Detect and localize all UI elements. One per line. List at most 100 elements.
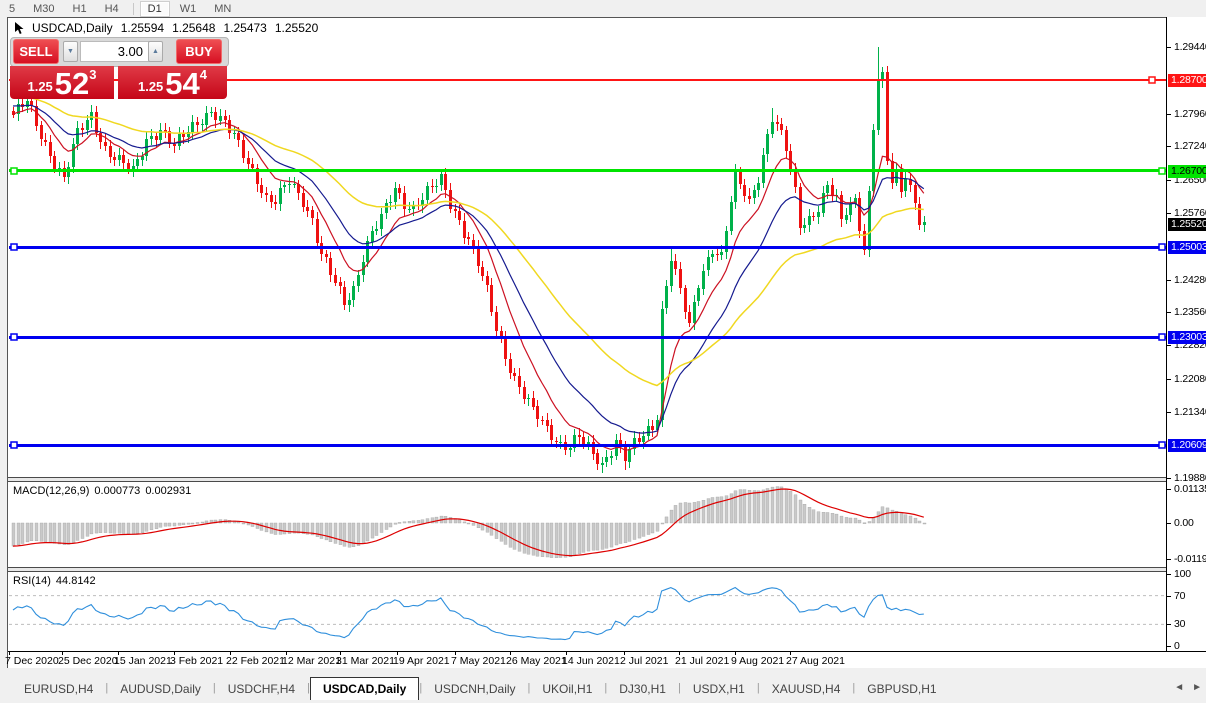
date-axis-label: 15 Jan 2021 [114, 655, 172, 667]
macd-histogram-bar [788, 491, 793, 524]
candle-body [178, 134, 181, 146]
price-axis-label: 1.22080 [1174, 373, 1206, 385]
macd-histogram-bar [908, 515, 913, 524]
candle-body [224, 116, 227, 120]
macd-histogram-bar [765, 488, 770, 524]
price-axis-label: 1.29440 [1174, 41, 1206, 53]
macd-histogram-bar [186, 522, 191, 525]
rsi-axis-label: 100 [1174, 568, 1191, 580]
macd-histogram-bar [485, 522, 490, 533]
chart-tab-usdchf-h4[interactable]: USDCHF,H4 [216, 678, 307, 700]
rsi-axis-label: 70 [1174, 590, 1186, 602]
macd-histogram-bar [241, 522, 246, 525]
horizontal-line-1.20609[interactable] [9, 444, 1167, 447]
macd-histogram-bar [98, 522, 103, 533]
candle-body [109, 146, 112, 157]
candle-body [541, 420, 544, 421]
line-handle[interactable] [1148, 76, 1156, 84]
sell-price-display[interactable]: 1.25 52 3 [10, 66, 114, 99]
timeframe-button-h1[interactable]: H1 [65, 1, 95, 17]
volume-input[interactable] [80, 41, 150, 62]
macd-histogram-bar [618, 522, 623, 544]
price-axis-tick [1167, 312, 1171, 313]
line-handle[interactable] [10, 167, 18, 175]
horizontal-line-1.26700[interactable] [9, 169, 1167, 172]
macd-histogram-bar [609, 522, 614, 548]
horizontal-line-1.23003[interactable] [9, 336, 1167, 339]
price-axis-tick [1167, 345, 1171, 346]
macd-histogram-bar [655, 522, 660, 532]
timeframe-button-m30[interactable]: M30 [25, 1, 62, 17]
candle-body [214, 112, 217, 120]
volume-increase-button[interactable]: ▲ [148, 41, 163, 62]
timeframe-button-w1[interactable]: W1 [172, 1, 205, 17]
macd-histogram-bar [894, 511, 899, 524]
candle-body [711, 254, 714, 257]
chart-tab-usdx-h1[interactable]: USDX,H1 [681, 678, 757, 700]
buy-price-display[interactable]: 1.25 54 4 [118, 66, 227, 99]
candle-body [196, 122, 199, 125]
candle-wick [418, 198, 419, 210]
rsi-panel-splitter[interactable] [8, 567, 1206, 572]
candle-body [72, 144, 75, 167]
chart-tab-usdcad-daily[interactable]: USDCAD,Daily [309, 677, 420, 700]
chart-tab-dj30-h1[interactable]: DJ30,H1 [607, 678, 678, 700]
line-handle[interactable] [1158, 167, 1166, 175]
timeframe-button-5[interactable]: 5 [1, 1, 23, 17]
timeframe-button-d1[interactable]: D1 [139, 0, 170, 17]
candle-body [670, 261, 673, 286]
candle-body [385, 203, 388, 213]
rsi-panel-plot[interactable] [9, 571, 1167, 651]
candle-body [647, 426, 650, 436]
line-handle[interactable] [1158, 333, 1166, 341]
chart-tab-eurusd-h4[interactable]: EURUSD,H4 [12, 678, 105, 700]
macd-histogram-bar [103, 522, 108, 533]
line-handle[interactable] [10, 333, 18, 341]
macd-histogram-bar [604, 522, 609, 549]
macd-histogram-bar [11, 522, 16, 547]
horizontal-line-1.25003[interactable] [9, 246, 1167, 249]
volume-decrease-button[interactable]: ▼ [63, 41, 78, 62]
macd-histogram-bar [471, 522, 476, 526]
candle-body [886, 72, 889, 161]
macd-histogram-bar [903, 514, 908, 524]
candle-body [426, 186, 429, 200]
candle-body [651, 426, 654, 430]
line-handle[interactable] [10, 441, 18, 449]
toolbar-separator [132, 2, 134, 15]
candle-body [408, 209, 411, 210]
chart-tab-xauusd-h4[interactable]: XAUUSD,H4 [760, 678, 853, 700]
macd-histogram-bar [558, 522, 563, 558]
chevron-down-icon: ▼ [67, 48, 74, 55]
chart-tab-audusd-daily[interactable]: AUDUSD,Daily [108, 678, 213, 700]
chart-tab-gbpusd-h1[interactable]: GBPUSD,H1 [855, 678, 948, 700]
candle-body [766, 134, 769, 154]
candle-body [601, 463, 604, 465]
timeframe-button-h4[interactable]: H4 [97, 1, 127, 17]
macd-histogram-bar [775, 486, 780, 524]
ohlc-high: 1.25648 [172, 21, 216, 35]
timeframe-button-mn[interactable]: MN [206, 1, 239, 17]
scroll-left-icon[interactable]: ◄ [1174, 682, 1184, 693]
buy-button[interactable]: BUY [176, 39, 222, 64]
macd-histogram-bar [600, 522, 605, 550]
price-line-badge: 1.25003 [1168, 241, 1206, 254]
macd-histogram-bar [117, 522, 122, 534]
chart-tab-ukoil-h1[interactable]: UKOil,H1 [530, 678, 604, 700]
date-axis-label: 27 Aug 2021 [786, 655, 845, 667]
line-handle[interactable] [10, 243, 18, 251]
candle-body [237, 133, 240, 140]
chart-tab-usdcnh-daily[interactable]: USDCNH,Daily [422, 678, 527, 700]
candle-body [233, 133, 236, 134]
macd-histogram-bar [673, 505, 678, 524]
line-handle[interactable] [1158, 441, 1166, 449]
sell-button[interactable]: SELL [13, 39, 59, 64]
macd-histogram-bar [572, 522, 577, 556]
macd-panel-splitter[interactable] [8, 477, 1206, 482]
line-handle[interactable] [1158, 243, 1166, 251]
candle-body [527, 398, 530, 399]
scroll-right-icon[interactable]: ► [1192, 682, 1202, 693]
candle-body [394, 188, 397, 202]
candle-body [375, 229, 378, 231]
rsi-axis-tick [1167, 596, 1171, 597]
